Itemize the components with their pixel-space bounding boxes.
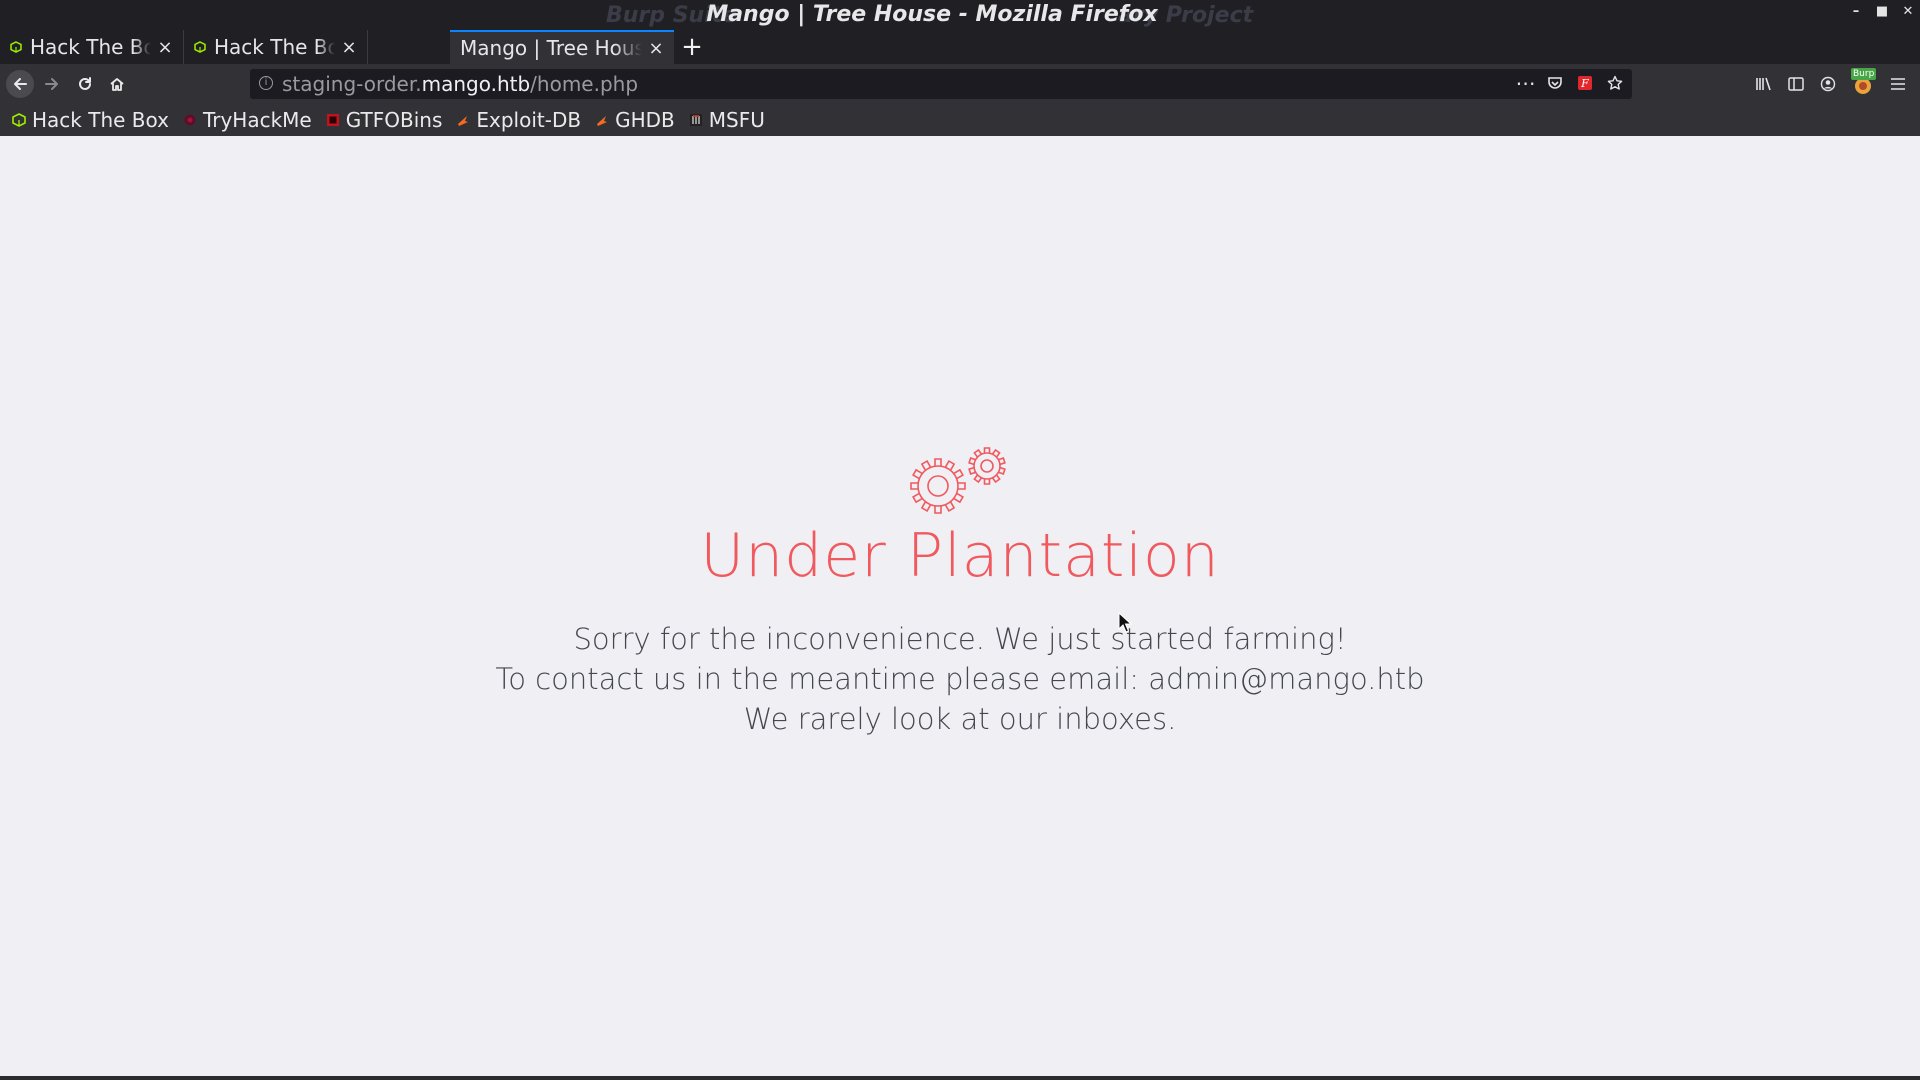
htb-cube-icon: [194, 41, 206, 53]
bookmark-msfu[interactable]: MSFU: [689, 108, 765, 132]
bookmark-ghdb[interactable]: GHDB: [595, 108, 675, 132]
page-actions-icon[interactable]: ⋯: [1516, 71, 1536, 95]
gears-icon: [910, 447, 1006, 514]
tryhackme-icon: [184, 114, 196, 126]
tab-mango-active[interactable]: Mango | Tree House ×: [450, 30, 674, 64]
bookmark-gtfobins[interactable]: GTFOBins: [326, 108, 443, 132]
tab-label: Mango | Tree House: [460, 36, 642, 60]
hamburger-menu-icon[interactable]: [1888, 70, 1908, 98]
minimize-icon[interactable]: –: [1850, 4, 1862, 19]
close-tab-icon[interactable]: ×: [648, 38, 664, 59]
close-tab-icon[interactable]: ×: [341, 37, 357, 58]
bookmark-label: GTFOBins: [345, 108, 443, 132]
back-button[interactable]: [6, 70, 34, 98]
message-line-1: Sorry for the inconvenience. We just sta…: [573, 622, 1347, 656]
bookmark-label: GHDB: [615, 108, 675, 132]
reload-button[interactable]: [71, 70, 99, 98]
new-tab-button[interactable]: +: [680, 30, 704, 64]
bookmarks-toolbar: Hack The Box TryHackMe GTFOBins Exploit-…: [0, 104, 1920, 136]
url-prefix: staging-order.: [282, 72, 422, 96]
htb-cube-icon: [10, 41, 22, 53]
pocket-icon[interactable]: [1546, 74, 1564, 92]
toolbar-right: Burp: [1754, 68, 1920, 98]
htb-cube-icon: [12, 113, 26, 127]
home-button[interactable]: [103, 70, 131, 98]
bookmark-hackthebox[interactable]: Hack The Box: [12, 108, 169, 132]
tab-hackthebox-2[interactable]: Hack The Box :: Mango ×: [184, 30, 368, 64]
foxyproxy-icon[interactable]: F: [1576, 74, 1594, 92]
tab-label: Hack The Box :: Mango: [30, 35, 151, 59]
exploitdb-icon: [458, 116, 469, 126]
bookmark-label: Hack The Box: [32, 108, 169, 132]
message-line-2: To contact us in the meantime please ema…: [495, 662, 1425, 696]
bookmark-label: Exploit-DB: [476, 108, 582, 132]
url-host: mango.htb: [421, 72, 531, 96]
close-tab-icon[interactable]: ×: [157, 37, 173, 58]
arrow-right-icon: [45, 78, 58, 90]
window-title: Mango | Tree House - Mozilla Firefox: [706, 2, 1158, 27]
svg-text:F: F: [1580, 77, 1589, 90]
close-window-icon[interactable]: ✕: [1902, 4, 1914, 19]
url-bar[interactable]: i staging-order.mango.htb/home.php ⋯ F: [250, 69, 1632, 99]
message-line-3: We rarely look at our inboxes.: [743, 702, 1177, 736]
url-text[interactable]: staging-order.mango.htb/home.php: [282, 72, 638, 96]
tab-hackthebox-1[interactable]: Hack The Box :: Mango ×: [0, 30, 184, 64]
bookmark-star-icon[interactable]: [1606, 74, 1624, 92]
page-content: Under Plantation Sorry for the inconveni…: [0, 136, 1920, 1076]
gtfobins-icon: [326, 114, 339, 126]
navigation-bar: i staging-order.mango.htb/home.php ⋯ F B…: [0, 64, 1920, 104]
url-path: /home.php: [530, 72, 639, 96]
burp-badge: Burp: [1851, 68, 1877, 80]
page-headline: Under Plantation: [700, 521, 1220, 591]
maximize-icon[interactable]: ■: [1876, 4, 1888, 19]
arrow-left-icon: [14, 78, 27, 90]
bookmark-label: MSFU: [708, 108, 765, 132]
bookmark-exploitdb[interactable]: Exploit-DB: [456, 108, 581, 132]
bookmark-tryhackme[interactable]: TryHackMe: [183, 108, 312, 132]
library-icon[interactable]: [1754, 70, 1774, 98]
window-bottom-border: [0, 1076, 1920, 1080]
tab-bar: Hack The Box :: Mango × Hack The Box :: …: [0, 30, 1920, 64]
url-actions: ⋯ F: [1516, 71, 1624, 95]
msfu-icon: [689, 114, 702, 126]
forward-button[interactable]: [38, 70, 66, 98]
home-icon: [110, 78, 124, 91]
reload-icon: [79, 77, 91, 90]
window-controls: – ■ ✕: [1850, 4, 1914, 19]
mouse-cursor-icon: [1118, 612, 1133, 633]
tab-label: Hack The Box :: Mango: [214, 35, 335, 59]
ghdb-icon: [597, 116, 608, 126]
burp-extension-icon[interactable]: Burp: [1850, 68, 1877, 98]
account-icon[interactable]: [1818, 70, 1838, 98]
window-titlebar: Burp Suite ary Project Mango | Tree Hous…: [0, 0, 1920, 30]
bookmark-label: TryHackMe: [202, 108, 312, 132]
browser-chrome: Burp Suite ary Project Mango | Tree Hous…: [0, 0, 1920, 136]
site-info-icon[interactable]: i: [259, 76, 273, 90]
sidebar-icon[interactable]: [1786, 70, 1806, 98]
